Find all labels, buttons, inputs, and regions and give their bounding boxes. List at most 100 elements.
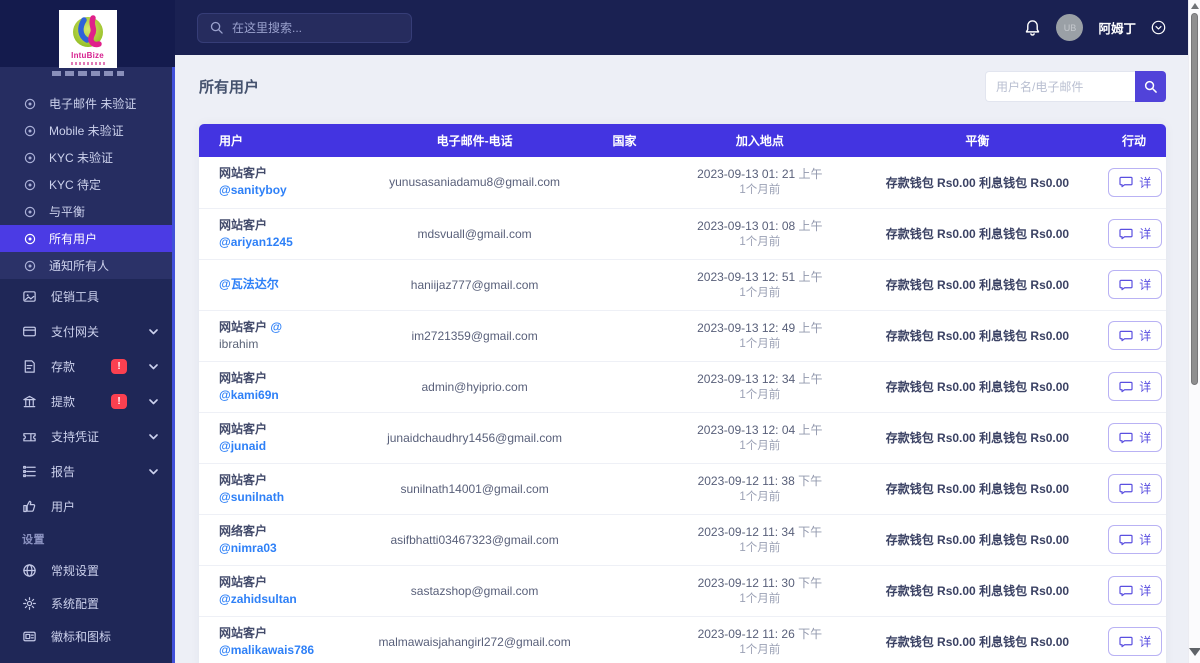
sidebar-item-label: 系统配置	[51, 597, 100, 611]
email-cell: junaidchaudhry1456@gmail.com	[363, 411, 586, 463]
chat-icon	[1119, 279, 1133, 291]
gear-icon	[22, 596, 37, 611]
sidebar-item-kyc-pending[interactable]: KYC 待定	[0, 171, 172, 198]
country-cell	[585, 258, 664, 310]
user-menu-chevron-icon[interactable]	[1151, 20, 1166, 35]
detail-button[interactable]: 详	[1108, 167, 1163, 197]
sidebar-item-system-configuration[interactable]: 系统配置	[0, 587, 172, 620]
logo-block: IntuBize	[0, 0, 175, 68]
brand-logo-subtext	[70, 62, 105, 65]
user-name[interactable]: 阿姆丁	[1098, 18, 1136, 37]
sidebar-item-email-unverified[interactable]: 电子邮件 未验证	[0, 90, 172, 117]
action-cell: 详	[1098, 411, 1166, 463]
sidebar-nav: 电子邮件 未验证 Mobile 未验证 KYC 未验证 KYC 待定 与平衡所有用户通知…	[0, 67, 175, 663]
sidebar-item-label: KYC 待定	[49, 178, 102, 192]
country-cell	[585, 309, 664, 361]
detail-button[interactable]: 详	[1108, 219, 1163, 248]
username-link[interactable]: ibrahim	[219, 336, 353, 353]
sidebar-item-notify-all[interactable]: 通知所有人	[0, 252, 172, 279]
username-link[interactable]: @sanityboy	[219, 182, 353, 199]
sidebar-item-deposits[interactable]: 存款!	[0, 349, 172, 384]
clipped-item[interactable]	[0, 67, 172, 90]
dot-circle-icon	[24, 233, 36, 245]
app-root: IntuBize 电子邮件 未验证 Mobile 未验证 KYC 未验证 KYC 待定…	[0, 0, 1200, 663]
table-header-row: 用户 电子邮件-电话 国家 加入地点 平衡 行动	[199, 124, 1166, 157]
scroll-down-arrow-icon[interactable]	[1189, 648, 1200, 656]
sidebar-item-label: 与平衡	[49, 205, 86, 219]
username-link[interactable]: @瓦法达尔	[219, 276, 353, 293]
sidebar-item-kyc-unverified[interactable]: KYC 未验证	[0, 144, 172, 171]
scrollbar-thumb[interactable]	[1191, 13, 1198, 385]
country-cell	[586, 157, 663, 208]
brand-logo[interactable]: IntuBize	[58, 10, 117, 68]
sidebar-item-label: 通知所有人	[49, 259, 110, 273]
sidebar-item-mobile-unverified[interactable]: Mobile 未验证	[0, 117, 172, 144]
detail-button[interactable]: 详	[1108, 423, 1163, 452]
detail-button[interactable]: 详	[1108, 372, 1163, 401]
username-link[interactable]: @junaid	[219, 438, 353, 455]
sidebar-item-promo-tools[interactable]: 促销工具	[0, 279, 172, 314]
sidebar-item-withdrawals[interactable]: 提款!	[0, 384, 172, 419]
user-cell: 网站客户 @zahidsultan	[199, 564, 364, 616]
topbar-search-placeholder: 在这里搜索...	[232, 21, 303, 35]
sidebar-item-general-settings[interactable]: 常规设置	[0, 554, 172, 587]
username-link[interactable]: @nimra03	[219, 540, 353, 557]
sidebar-item-logo-favicon[interactable]: 徽标和图标	[0, 620, 172, 653]
user-type-label: 网站客户	[219, 370, 268, 385]
user-type-label: 网站客户	[219, 625, 268, 640]
sidebar-item-users[interactable]: 用户	[0, 489, 172, 524]
detail-button-label: 详	[1139, 533, 1152, 547]
detail-button[interactable]: 详	[1108, 525, 1163, 554]
dot-circle-icon	[24, 152, 36, 164]
country-cell	[585, 615, 664, 663]
dot-circle-icon	[24, 206, 36, 218]
detail-button[interactable]: 详	[1108, 321, 1163, 350]
dot-circle-icon	[24, 179, 36, 191]
sidebar-item-label: 报告	[51, 465, 76, 479]
detail-button[interactable]: 详	[1108, 627, 1163, 657]
sidebar-item-label: 电子邮件 未验证	[49, 97, 137, 111]
sidebar-item-payment-gateways[interactable]: 支付网关	[0, 314, 172, 349]
chevron-down-icon	[149, 328, 158, 335]
sidebar-item-label: KYC 未验证	[49, 151, 114, 165]
col-header-country: 国家	[585, 124, 664, 157]
user-avatar[interactable]: UB	[1056, 14, 1084, 41]
username-link[interactable]: @zahidsultan	[219, 591, 353, 608]
detail-button[interactable]: 详	[1108, 270, 1163, 299]
detail-button-label: 详	[1139, 635, 1152, 650]
action-cell: 详	[1098, 462, 1166, 514]
col-header-balance: 平衡	[856, 124, 1099, 157]
table-row: 网站客户 @malikawais786 malmawaisjahangirl272@…	[199, 615, 1166, 663]
username-link[interactable]: @ariyan1245	[219, 234, 353, 251]
sidebar-item-label: 存款	[51, 360, 76, 374]
col-header-action: 行动	[1098, 124, 1166, 157]
sidebar-item-reports[interactable]: 报告	[0, 454, 172, 489]
balance-cell: 存款钱包 Rs0.00 利息钱包 Rs0.00	[856, 309, 1099, 361]
sidebar-item-support-tickets[interactable]: 支持凭证	[0, 419, 172, 454]
col-header-joined: 加入地点	[663, 124, 857, 157]
detail-button[interactable]: 详	[1108, 474, 1163, 503]
username-link[interactable]: @malikawais786	[219, 642, 353, 659]
sidebar-item-all-users[interactable]: 所有用户	[0, 225, 172, 252]
brand-logo-text: IntuBize	[71, 51, 104, 60]
chat-icon	[1119, 636, 1133, 648]
action-cell: 详	[1098, 207, 1166, 259]
logo-icon	[22, 629, 37, 644]
detail-button[interactable]: 详	[1108, 576, 1163, 605]
search-icon	[210, 21, 223, 34]
user-search-input[interactable]	[985, 71, 1135, 102]
joined-cell: 2023-09-12 11: 34 下午 1个月前	[663, 513, 857, 565]
user-search-button[interactable]	[1135, 71, 1166, 102]
sidebar-item-label: 徽标和图标	[51, 630, 112, 644]
username-link[interactable]: @sunilnath	[219, 489, 353, 506]
country-cell	[585, 513, 664, 565]
sidebar-item-with-balance[interactable]: 与平衡	[0, 198, 172, 225]
username-link[interactable]: @kami69n	[219, 387, 353, 404]
scrollbar-up-arrow-icon[interactable]	[1191, 3, 1199, 9]
page-scrollbar[interactable]	[1188, 0, 1200, 663]
topbar-search[interactable]: 在这里搜索...	[197, 12, 412, 43]
joined-cell: 2023-09-13 12: 49 上午 1个月前	[663, 309, 857, 361]
settings-section: 设置	[22, 534, 45, 546]
notifications-bell-icon[interactable]	[1024, 19, 1041, 37]
image-icon	[22, 289, 37, 304]
